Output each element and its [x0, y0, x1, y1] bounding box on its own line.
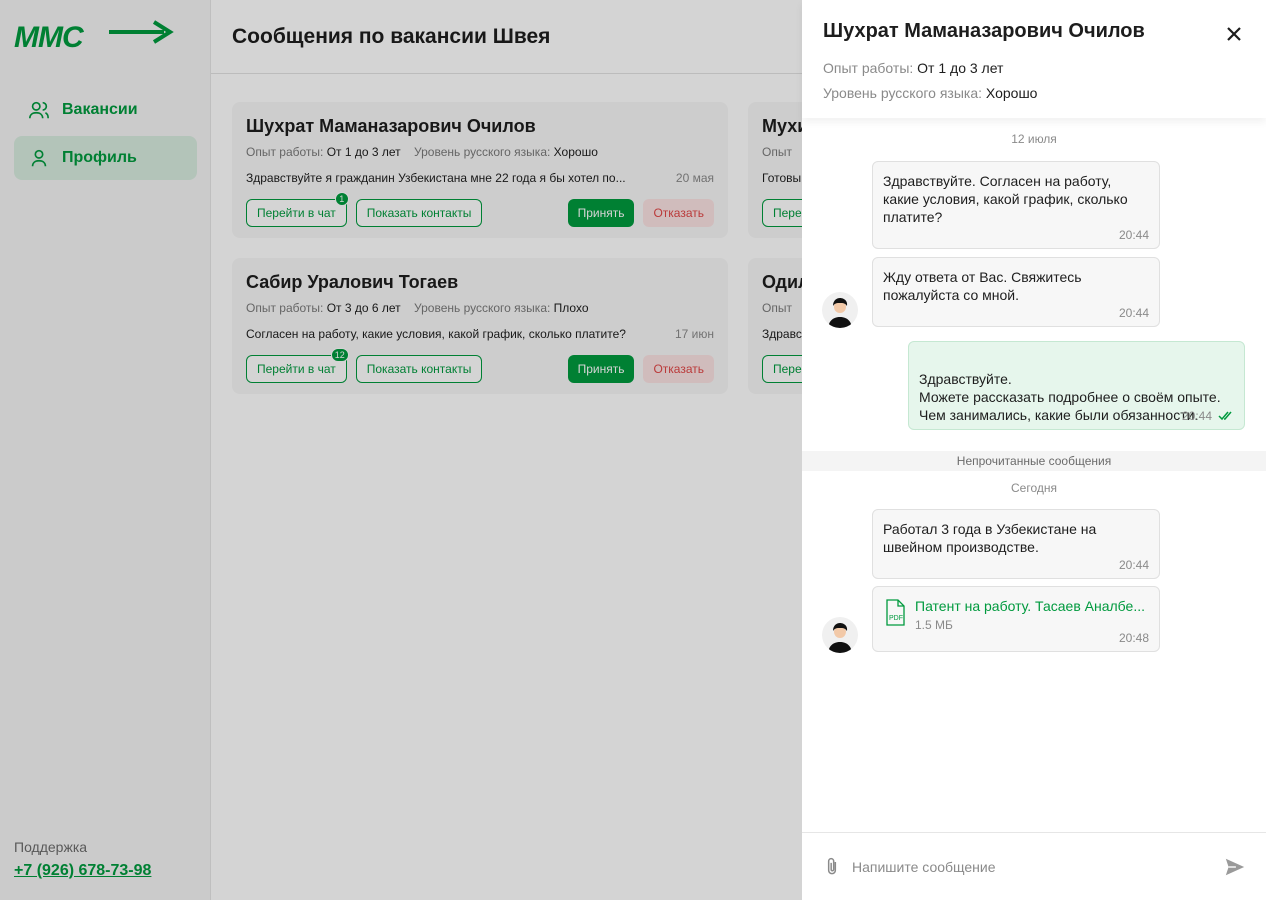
- candidate-language: Уровень русского языка: Хорошо: [823, 85, 1245, 101]
- svg-text:PDF: PDF: [889, 615, 903, 622]
- chat-panel: Шухрат Маманазарович Очилов Опыт работы:…: [802, 0, 1266, 900]
- message-time: 20:44: [1118, 228, 1149, 242]
- paperclip-icon[interactable]: [822, 857, 842, 877]
- send-icon[interactable]: [1224, 856, 1246, 878]
- modal-overlay[interactable]: [0, 0, 802, 900]
- avatar: [822, 617, 858, 653]
- chat-title: Шухрат Маманазарович Очилов: [823, 20, 1145, 42]
- close-icon[interactable]: [1222, 22, 1246, 46]
- avatar: [822, 292, 858, 328]
- file-name-link[interactable]: Патент на работу. Тасаев Аналбе...: [915, 597, 1145, 615]
- message-input[interactable]: [852, 858, 1224, 875]
- language-value: Хорошо: [985, 85, 1038, 101]
- date-separator: Сегодня: [1011, 481, 1057, 495]
- message-time-text: 20:44: [1181, 409, 1212, 423]
- message-time: 20:44: [1182, 407, 1234, 425]
- message-bubble-outgoing[interactable]: Здравствуйте. Можете рассказать подробне…: [908, 341, 1245, 430]
- date-separator: 12 июля: [1011, 132, 1057, 146]
- file-message-bubble[interactable]: PDF Патент на работу. Тасаев Аналбе... 1…: [872, 586, 1160, 652]
- pdf-icon: PDF: [886, 599, 905, 626]
- message-composer: [802, 832, 1266, 900]
- experience-label: Опыт работы:: [823, 60, 914, 76]
- file-info: Патент на работу. Тасаев Аналбе... 1.5 М…: [915, 597, 1145, 651]
- message-bubble-incoming[interactable]: Жду ответа от Вас. Свяжитесь пожалуйста …: [872, 257, 1160, 327]
- file-size: 1.5 МБ: [915, 618, 953, 632]
- language-label: Уровень русского языка:: [823, 85, 983, 101]
- message-text: Работал 3 года в Узбекистане на швейном …: [883, 521, 1097, 555]
- message-text: Жду ответа от Вас. Свяжитесь пожалуйста …: [883, 269, 1082, 303]
- chat-messages[interactable]: 12 июля Здравствуйте. Согласен на работу…: [802, 118, 1266, 832]
- message-time: 20:48: [1118, 631, 1149, 645]
- candidate-experience: Опыт работы: От 1 до 3 лет: [823, 60, 1245, 76]
- read-checkmarks-icon: [1218, 411, 1232, 421]
- message-bubble-incoming[interactable]: Здравствуйте. Согласен на работу, какие …: [872, 161, 1160, 249]
- message-bubble-incoming[interactable]: Работал 3 года в Узбекистане на швейном …: [872, 509, 1160, 579]
- message-time: 20:44: [1118, 558, 1149, 572]
- experience-value: От 1 до 3 лет: [917, 60, 1004, 76]
- message-time: 20:44: [1118, 306, 1149, 320]
- message-text: Здравствуйте. Согласен на работу, какие …: [883, 173, 1128, 225]
- chat-header: Шухрат Маманазарович Очилов Опыт работы:…: [802, 0, 1266, 118]
- unread-separator: Непрочитанные сообщения: [802, 451, 1266, 471]
